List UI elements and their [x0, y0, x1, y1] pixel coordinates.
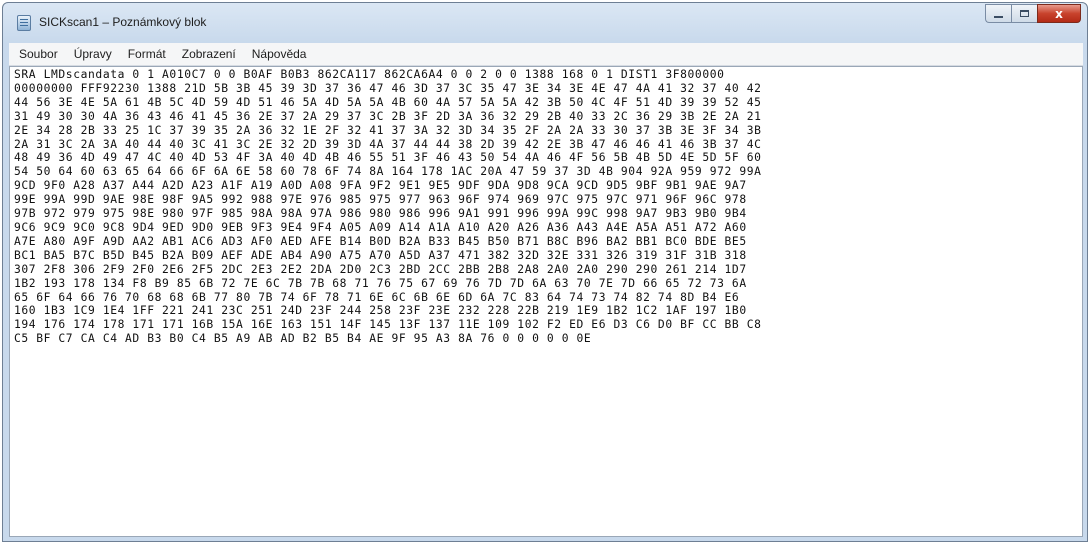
notepad-app-icon[interactable]: [17, 15, 31, 31]
close-icon: x: [1055, 6, 1063, 21]
text-editor-area[interactable]: SRA LMDscandata 0 1 A010C7 0 0 B0AF B0B3…: [9, 66, 1083, 537]
menu-bar: Soubor Úpravy Formát Zobrazení Nápověda: [9, 43, 1083, 66]
notepad-window: SICKscan1 – Poznámkový blok x Soubor Úpr…: [2, 2, 1088, 542]
menu-format[interactable]: Formát: [122, 44, 172, 64]
title-bar[interactable]: SICKscan1 – Poznámkový blok x: [3, 3, 1087, 39]
minimize-icon: [994, 15, 1003, 18]
minimize-button[interactable]: [985, 4, 1011, 23]
menu-file[interactable]: Soubor: [13, 44, 64, 64]
document-text[interactable]: SRA LMDscandata 0 1 A010C7 0 0 B0AF B0B3…: [10, 67, 1082, 536]
maximize-button[interactable]: [1011, 4, 1037, 23]
maximize-icon: [1020, 10, 1029, 17]
close-button[interactable]: x: [1037, 4, 1081, 23]
caption-buttons: x: [985, 4, 1081, 24]
menu-help[interactable]: Nápověda: [246, 44, 313, 64]
window-title: SICKscan1 – Poznámkový blok: [39, 15, 207, 29]
menu-view[interactable]: Zobrazení: [176, 44, 242, 64]
menu-edit[interactable]: Úpravy: [68, 44, 118, 64]
